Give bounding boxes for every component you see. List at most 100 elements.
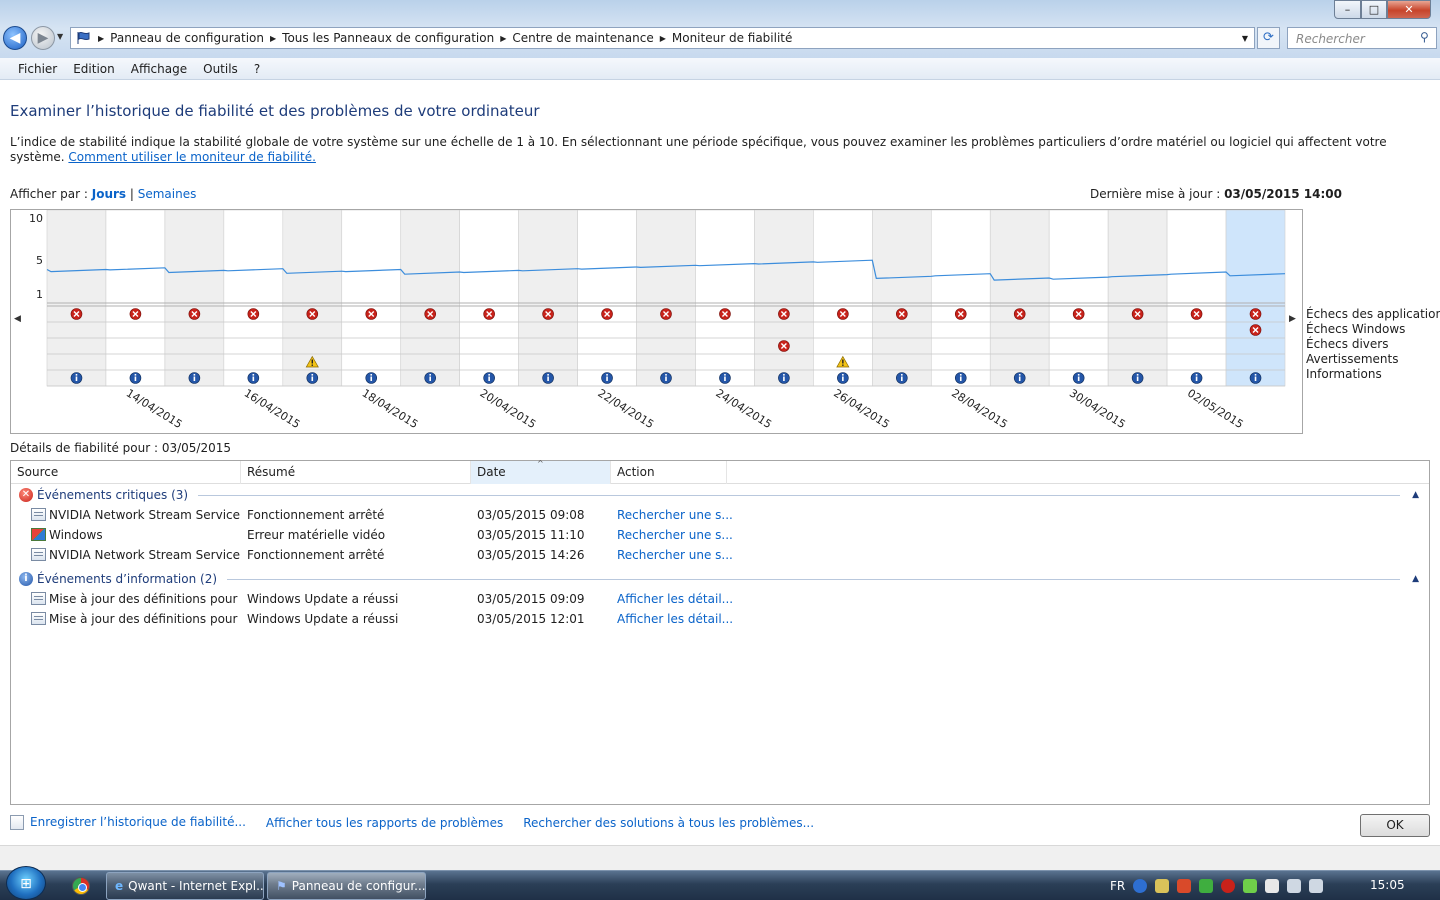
help-icon[interactable] — [1133, 879, 1148, 893]
warning-icon-mark — [842, 359, 844, 364]
x-tick-label: 18/04/2015 — [360, 387, 421, 432]
view-separator: | — [126, 187, 138, 201]
row-action-link[interactable]: Rechercher une s... — [617, 508, 737, 522]
menu-file[interactable]: Fichier — [10, 62, 65, 76]
table-row[interactable]: NVIDIA Network Stream Service Fonctionne… — [11, 505, 1429, 525]
table-row[interactable]: Mise à jour des définitions pour M... Wi… — [11, 609, 1429, 629]
shield-icon[interactable] — [1243, 879, 1258, 893]
table-row[interactable]: Windows Erreur matérielle vidéo 03/05/20… — [11, 525, 1429, 545]
chart-day-column[interactable] — [341, 210, 402, 387]
recent-pages-dropdown[interactable]: ▼ — [57, 32, 63, 41]
chart-day-column[interactable] — [459, 210, 519, 387]
column-source[interactable]: Source — [11, 461, 241, 484]
breadcrumb-action-center[interactable]: Centre de maintenance — [512, 31, 653, 45]
chart-day-column[interactable] — [636, 210, 696, 387]
taskbar-item-control-panel[interactable]: ⚑ Panneau de configur... — [267, 872, 426, 900]
chart-day-column[interactable] — [164, 210, 225, 387]
breadcrumb-separator-icon[interactable]: ▶ — [270, 34, 276, 43]
language-indicator[interactable]: FR — [1110, 879, 1125, 893]
volume-icon[interactable] — [1309, 879, 1324, 893]
search-input[interactable]: Rechercher — [1287, 27, 1437, 49]
view-all-reports-link[interactable]: Afficher tous les rapports de problèmes — [266, 816, 503, 830]
table-row[interactable]: NVIDIA Network Stream Service Fonctionne… — [11, 545, 1429, 565]
chart-day-column[interactable] — [577, 210, 637, 387]
check-solutions-link[interactable]: Rechercher des solutions à tous les prob… — [523, 816, 814, 830]
internet-explorer-icon: e — [115, 879, 124, 893]
minimize-button[interactable]: – — [1334, 0, 1361, 19]
reliability-chart[interactable]: 10 5 1 14/04/2015 16/04/2015 18/04/2015 20/04/… — [10, 209, 1303, 434]
chart-day-column[interactable] — [223, 210, 284, 387]
breadcrumb-control-panel[interactable]: Panneau de configuration — [110, 31, 264, 45]
chart-day-column[interactable] — [46, 210, 107, 387]
tray-arrows-icon[interactable] — [1155, 879, 1170, 893]
antivirus-icon[interactable] — [1177, 879, 1192, 893]
chart-day-column[interactable] — [400, 210, 460, 387]
chart-day-column[interactable] — [989, 210, 1050, 387]
chart-scroll-right-icon[interactable]: ▶ — [1289, 314, 1296, 324]
reliability-chart-svg[interactable]: 10 5 1 14/04/2015 16/04/2015 18/04/2015 20/04/… — [11, 210, 1302, 433]
refresh-button[interactable]: ⟳ — [1257, 27, 1280, 49]
column-summary[interactable]: Résumé — [241, 461, 471, 484]
chart-scroll-left-icon[interactable]: ◀ — [14, 314, 21, 324]
menu-edit[interactable]: Edition — [65, 62, 123, 76]
legend-app-failures: Échecs des applications — [1306, 307, 1440, 321]
forward-button[interactable]: ▶ — [31, 26, 55, 50]
row-action-link[interactable]: Afficher les détail... — [617, 592, 737, 606]
chart-day-column[interactable] — [1225, 210, 1286, 387]
chart-day-column[interactable] — [518, 210, 578, 387]
chrome-icon[interactable] — [72, 877, 90, 895]
address-dropdown-icon[interactable]: ▼ — [1242, 34, 1248, 43]
breadcrumb-separator-icon[interactable]: ▶ — [98, 34, 104, 43]
notification-icon[interactable] — [1221, 879, 1236, 893]
chart-day-column[interactable] — [1107, 210, 1168, 387]
chart-day-column[interactable] — [105, 210, 166, 387]
collapse-icon[interactable]: ▲ — [1412, 490, 1419, 500]
address-bar[interactable]: ▶ Panneau de configuration ▶ Tous les Pa… — [70, 27, 1255, 49]
menu-view[interactable]: Affichage — [123, 62, 195, 76]
breadcrumb-separator-icon[interactable]: ▶ — [500, 34, 506, 43]
close-button[interactable]: ✕ — [1387, 0, 1431, 19]
maximize-button[interactable]: □ — [1361, 0, 1387, 19]
chart-day-column[interactable] — [695, 210, 755, 387]
group-critical-events[interactable]: ✕ Événements critiques (3) ▲ — [19, 486, 1419, 504]
ok-button[interactable]: OK — [1360, 814, 1430, 837]
security-check-icon[interactable] — [1199, 879, 1214, 893]
y-tick-label: 1 — [36, 288, 43, 301]
taskbar-item-internet-explorer[interactable]: e Qwant - Internet Expl... — [106, 872, 264, 900]
action-center-flag-icon[interactable] — [1265, 879, 1280, 893]
chart-day-column[interactable] — [1166, 210, 1227, 387]
row-action-link[interactable]: Afficher les détail... — [617, 612, 737, 626]
start-button[interactable]: ⊞ — [6, 866, 46, 900]
group-information-events[interactable]: i Événements d’information (2) ▲ — [19, 570, 1419, 588]
menu-tools[interactable]: Outils — [195, 62, 246, 76]
back-button[interactable]: ◀ — [3, 26, 27, 50]
row-action-link[interactable]: Rechercher une s... — [617, 548, 737, 562]
breadcrumb-reliability-monitor[interactable]: Moniteur de fiabilité — [672, 31, 793, 45]
chart-day-column[interactable] — [872, 210, 932, 387]
view-days-link[interactable]: Jours — [92, 187, 126, 201]
info-icon-dot — [1254, 374, 1257, 376]
view-weeks-link[interactable]: Semaines — [138, 187, 197, 201]
legend-windows-failures: Échecs Windows — [1306, 322, 1406, 336]
row-action-link[interactable]: Rechercher une s... — [617, 528, 737, 542]
menu-help[interactable]: ? — [246, 62, 268, 76]
collapse-icon[interactable]: ▲ — [1412, 574, 1419, 584]
column-action[interactable]: Action — [611, 461, 727, 484]
clock[interactable]: 15:05 — [1370, 878, 1405, 892]
breadcrumb-separator-icon[interactable]: ▶ — [660, 34, 666, 43]
chart-day-column[interactable] — [754, 210, 814, 387]
sort-ascending-icon: ^ — [537, 459, 544, 468]
help-link[interactable]: Comment utiliser le moniteur de fiabilit… — [68, 150, 316, 164]
save-history-link[interactable]: Enregistrer l’historique de fiabilité... — [10, 815, 246, 830]
x-tick-label: 26/04/2015 — [831, 387, 892, 432]
status-strip — [0, 845, 1440, 870]
windows-logo-icon: ⊞ — [20, 876, 32, 892]
table-row[interactable]: Mise à jour des définitions pour M... Wi… — [11, 589, 1429, 609]
info-icon-dot — [842, 374, 844, 376]
breadcrumb-all-control-panel-items[interactable]: Tous les Panneaux de configuration — [282, 31, 494, 45]
chart-day-column[interactable] — [1048, 210, 1109, 387]
x-tick-label: 30/04/2015 — [1067, 387, 1128, 432]
search-icon[interactable]: ⚲ — [1420, 30, 1429, 44]
chart-day-column[interactable] — [930, 210, 991, 387]
network-icon[interactable] — [1287, 879, 1302, 893]
